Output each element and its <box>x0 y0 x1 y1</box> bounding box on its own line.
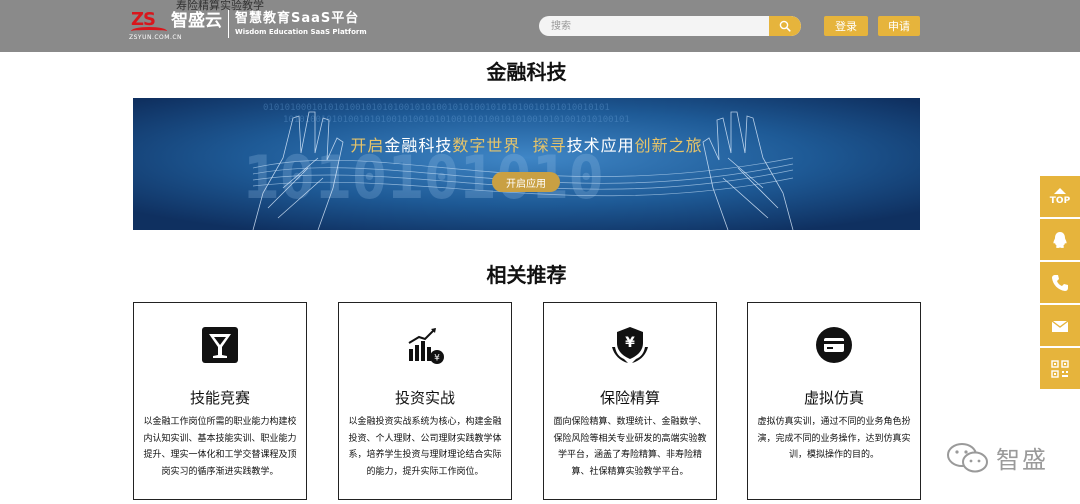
card-skill-competition[interactable]: 技能竞赛 以金融工作岗位所需的职业能力构建校内认知实训、基本技能实训、职业能力提… <box>133 302 307 500</box>
card-description: 面向保险精算、数理统计、金融数学、保险风险等相关专业研发的高端实验教学平台，涵盖… <box>553 417 707 477</box>
card-title: 保险精算 <box>599 389 660 407</box>
card-description: 以金融投资实战系统为核心，构建金融投资、个人理财、公司理财实践教学体系，培养学生… <box>348 417 502 477</box>
slogan-part: 金融科技 <box>384 136 453 155</box>
mail-contact-button[interactable] <box>1040 305 1080 346</box>
card-title: 虚拟仿真 <box>803 389 864 407</box>
svg-text:¥: ¥ <box>434 354 440 364</box>
back-to-top-button[interactable]: TOP <box>1040 176 1080 217</box>
back-to-top-label: TOP <box>1049 195 1071 206</box>
logo-divider <box>228 10 229 38</box>
card-virtual-simulation[interactable]: 虚拟仿真 虚拟仿真实训，通过不同的业务角色扮演，完成不同的业务操作，达到仿真实训… <box>747 302 921 500</box>
search-input[interactable] <box>539 16 769 36</box>
banner-slogan: 开启金融科技数字世界 探寻技术应用创新之旅 <box>133 132 920 156</box>
site-logo[interactable]: ZS 智盛云 ZSYUN.COM.CN 智慧教育SaaS平台 Wisdom Ed… <box>129 10 367 42</box>
virtual-card-icon <box>816 327 852 363</box>
card-investment-practice[interactable]: ¥ 投资实战 以金融投资实战系统为核心，构建金融投资、个人理财、公司理财实践教学… <box>338 302 512 500</box>
open-application-button[interactable]: 开启应用 <box>492 172 560 192</box>
logo-url: ZSYUN.COM.CN <box>129 34 183 41</box>
mail-icon <box>1051 319 1069 332</box>
top-header: 寿险精算实验教学 ZS 智盛云 ZSYUN.COM.CN 智慧教育SaaS平台 … <box>0 0 1080 52</box>
qr-code-button[interactable] <box>1040 348 1080 389</box>
login-button[interactable]: 登录 <box>824 16 868 36</box>
search-box <box>539 16 801 36</box>
phone-contact-button[interactable] <box>1040 262 1080 303</box>
phone-icon <box>1052 274 1068 291</box>
qq-contact-button[interactable] <box>1040 219 1080 260</box>
logo-platform-title: 智慧教育SaaS平台 <box>235 11 360 26</box>
card-insurance-actuarial[interactable]: ¥ 保险精算 面向保险精算、数理统计、金融数学、保险风险等相关专业研发的高端实验… <box>543 302 717 500</box>
wechat-watermark: 智盛 <box>946 440 1048 475</box>
fintech-section-title: 金融科技 <box>486 60 567 84</box>
floating-sidebar: TOP <box>1040 176 1080 391</box>
insurance-shield-icon: ¥ <box>612 327 648 363</box>
apply-button[interactable]: 申请 <box>878 16 920 36</box>
trophy-cup-icon <box>202 327 238 363</box>
fintech-banner[interactable]: 0101010001010101001010101001010100101010… <box>133 98 920 230</box>
banner-background: 0101010001010101001010101001010100101010… <box>133 98 920 230</box>
slogan-part: 探寻 <box>520 136 567 155</box>
svg-text:¥: ¥ <box>625 335 635 351</box>
svg-text:010101000101010100101010100101: 0101010001010101001010101001010100101010… <box>263 103 610 113</box>
card-description: 虚拟仿真实训，通过不同的业务角色扮演，完成不同的业务操作，达到仿真实训，模拟操作… <box>757 417 911 460</box>
logo-platform-english: Wisdom Education SaaS Platform <box>235 28 367 36</box>
logo-brand-name: 智盛云 <box>171 11 222 31</box>
slogan-part: 开启 <box>350 136 385 155</box>
card-description: 以金融工作岗位所需的职业能力构建校内认知实训、基本技能实训、职业能力提升、理实一… <box>143 417 297 477</box>
wechat-icon <box>947 442 988 472</box>
investment-chart-icon: ¥ <box>408 328 444 364</box>
search-button[interactable] <box>769 16 801 36</box>
search-icon <box>779 20 791 32</box>
card-title: 投资实战 <box>394 389 455 407</box>
qq-icon <box>1053 231 1067 248</box>
svg-text:101010010101001010100101001010: 1010100101010010101001010010101001010100… <box>283 115 630 125</box>
slogan-part: 创新之旅 <box>634 136 703 155</box>
watermark-text: 智盛 <box>996 446 1048 474</box>
qr-code-icon <box>1051 359 1069 378</box>
slogan-part: 数字世界 <box>452 136 521 155</box>
back-to-top-icon <box>1054 187 1066 194</box>
recommend-section-title: 相关推荐 <box>486 263 567 287</box>
card-title: 技能竞赛 <box>189 389 250 407</box>
slogan-part: 技术应用 <box>566 136 635 155</box>
